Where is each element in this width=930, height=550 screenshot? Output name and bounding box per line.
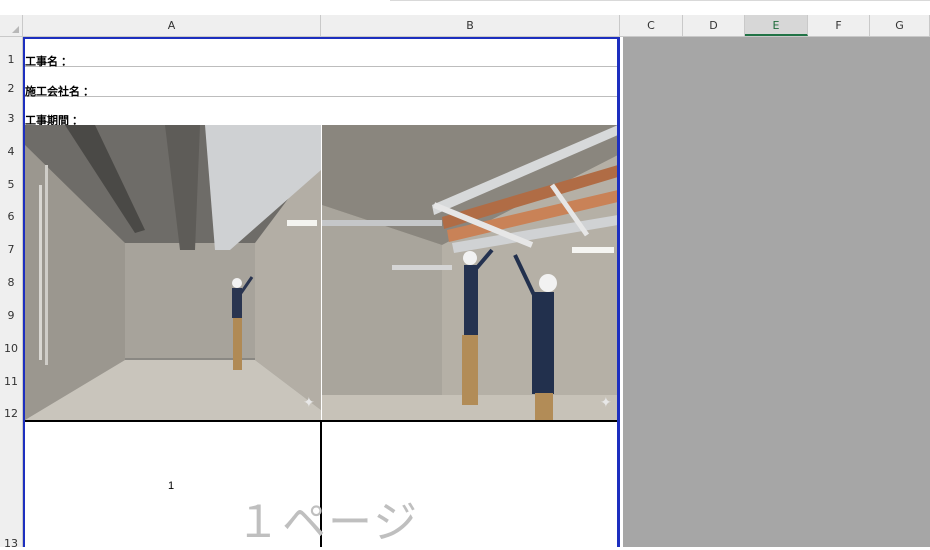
print-area-border (23, 37, 620, 547)
row-header-8[interactable]: 8 (0, 276, 22, 289)
row-header-bar: 1 2 3 4 5 6 7 8 9 10 11 12 13 (0, 37, 23, 550)
row-header-9[interactable]: 9 (0, 309, 22, 322)
row-header-3[interactable]: 3 (0, 112, 22, 125)
ribbon-divider (390, 0, 930, 1)
row-header-13[interactable]: 13 (0, 537, 22, 550)
column-header-bar: A B C D E F G (0, 15, 930, 37)
row-header-1[interactable]: 1 (0, 53, 22, 66)
row-header-4[interactable]: 4 (0, 145, 22, 158)
row-header-10[interactable]: 10 (0, 342, 22, 355)
column-header-e[interactable]: E (745, 15, 808, 36)
column-header-b[interactable]: B (321, 15, 620, 36)
column-header-g[interactable]: G (870, 15, 930, 36)
column-header-a[interactable]: A (23, 15, 321, 36)
row-header-2[interactable]: 2 (0, 82, 22, 95)
row-header-6[interactable]: 6 (0, 210, 22, 223)
row-header-11[interactable]: 11 (0, 375, 22, 388)
ribbon-edge (0, 0, 930, 15)
row-header-12[interactable]: 12 (0, 407, 22, 420)
select-all-button[interactable] (0, 15, 23, 36)
row-header-7[interactable]: 7 (0, 243, 22, 256)
column-header-d[interactable]: D (683, 15, 745, 36)
select-all-icon (12, 26, 19, 33)
outside-print-area[interactable] (623, 37, 930, 547)
column-header-c[interactable]: C (620, 15, 683, 36)
column-header-f[interactable]: F (808, 15, 870, 36)
row-header-5[interactable]: 5 (0, 178, 22, 191)
